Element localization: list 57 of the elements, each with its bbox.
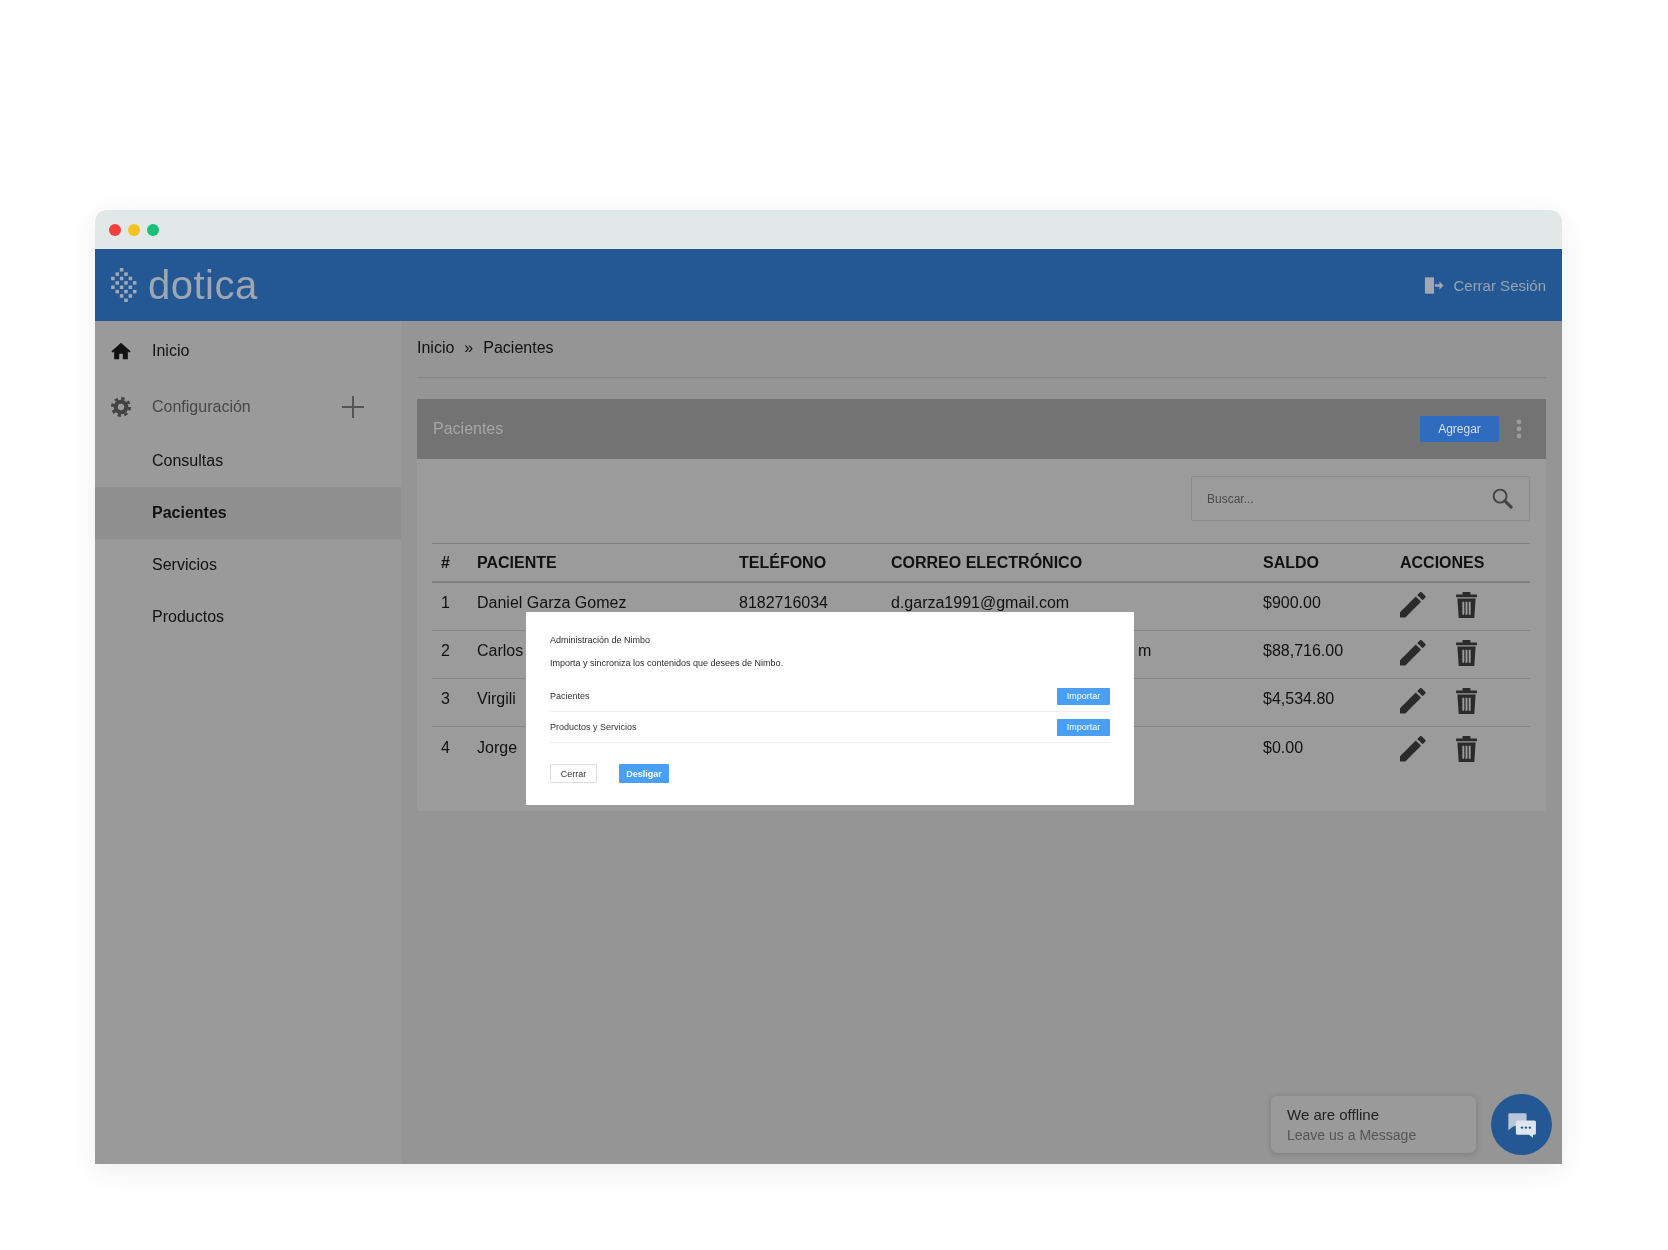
close-control-icon[interactable] <box>109 223 121 236</box>
row-number: 2 <box>441 642 450 660</box>
gear-icon <box>111 396 131 417</box>
breadcrumb-item[interactable]: Inicio <box>417 339 455 357</box>
balance-amount: $4,534.80 <box>1263 690 1335 708</box>
chat-bubbles-icon <box>1506 1111 1537 1138</box>
trash-icon[interactable] <box>1456 591 1477 618</box>
dialog-title: Administración de Nimbo <box>550 634 652 646</box>
row-number: 4 <box>441 738 450 757</box>
row-number: 3 <box>441 690 450 708</box>
sidebar-item[interactable]: Configuración <box>95 378 401 435</box>
logo-text: dotica <box>148 262 258 308</box>
import-label: Productos y Servicios <box>550 722 637 732</box>
pencil-icon[interactable] <box>1400 687 1426 714</box>
sidebar-item[interactable]: Servicios <box>95 539 401 591</box>
import-label: Pacientes <box>550 691 590 701</box>
column-header: # <box>441 553 450 572</box>
patient-name: Jorge <box>477 738 518 757</box>
home-icon <box>111 342 131 360</box>
column-header: CORREO ELECTRÓNICO <box>891 553 1083 572</box>
balance-amount: $0.00 <box>1263 738 1304 757</box>
pencil-icon[interactable] <box>1400 591 1426 618</box>
trash-icon[interactable] <box>1456 687 1477 714</box>
chat-status-title: We are offline <box>1287 1104 1379 1125</box>
dialog-button[interactable]: Cerrar <box>550 764 597 783</box>
sidebar-item[interactable]: Pacientes <box>95 487 401 539</box>
pencil-icon[interactable] <box>1400 639 1426 666</box>
breadcrumb-separator: » <box>464 339 474 357</box>
patient-name: Virgili <box>477 690 516 708</box>
column-header: SALDO <box>1263 553 1319 572</box>
trash-icon[interactable] <box>1456 736 1477 762</box>
phone-number: 8182716034 <box>739 594 828 612</box>
column-header: ACCIONES <box>1400 553 1485 572</box>
plus-icon[interactable] <box>342 395 364 418</box>
chat-status-bubble[interactable]: We are offline Leave us a Message <box>1271 1096 1476 1153</box>
patient-name: Carlos <box>477 642 524 660</box>
trash-icon[interactable] <box>1456 639 1477 666</box>
dialog-description: Importa y sincroniza los contenidos que desees de Nimbo. <box>550 657 785 669</box>
patient-name: Daniel Garza Gomez <box>477 594 627 612</box>
logo-icon <box>111 268 137 302</box>
sidebar-item[interactable]: Consultas <box>95 435 401 487</box>
email-address: d.garza1991@gmail.com <box>891 594 1070 612</box>
breadcrumb-item: Pacientes <box>483 339 554 357</box>
pencil-icon[interactable] <box>1400 736 1426 762</box>
search-field[interactable]: Buscar... <box>1191 476 1530 521</box>
door-exit-icon <box>1424 275 1445 295</box>
column-header: PACIENTE <box>477 553 557 572</box>
balance-amount: $900.00 <box>1263 594 1321 612</box>
column-header: TELÉFONO <box>739 553 827 572</box>
chat-status-subtitle: Leave us a Message <box>1287 1125 1417 1145</box>
row-number: 1 <box>441 594 450 612</box>
sidebar-item[interactable]: Productos <box>95 591 401 643</box>
search-icon[interactable] <box>1492 488 1513 509</box>
email-address: m <box>1138 642 1152 660</box>
balance-amount: $88,716.00 <box>1263 642 1344 660</box>
add-button[interactable]: Agregar <box>1420 416 1499 442</box>
sidebar-item[interactable]: Inicio <box>95 324 401 378</box>
